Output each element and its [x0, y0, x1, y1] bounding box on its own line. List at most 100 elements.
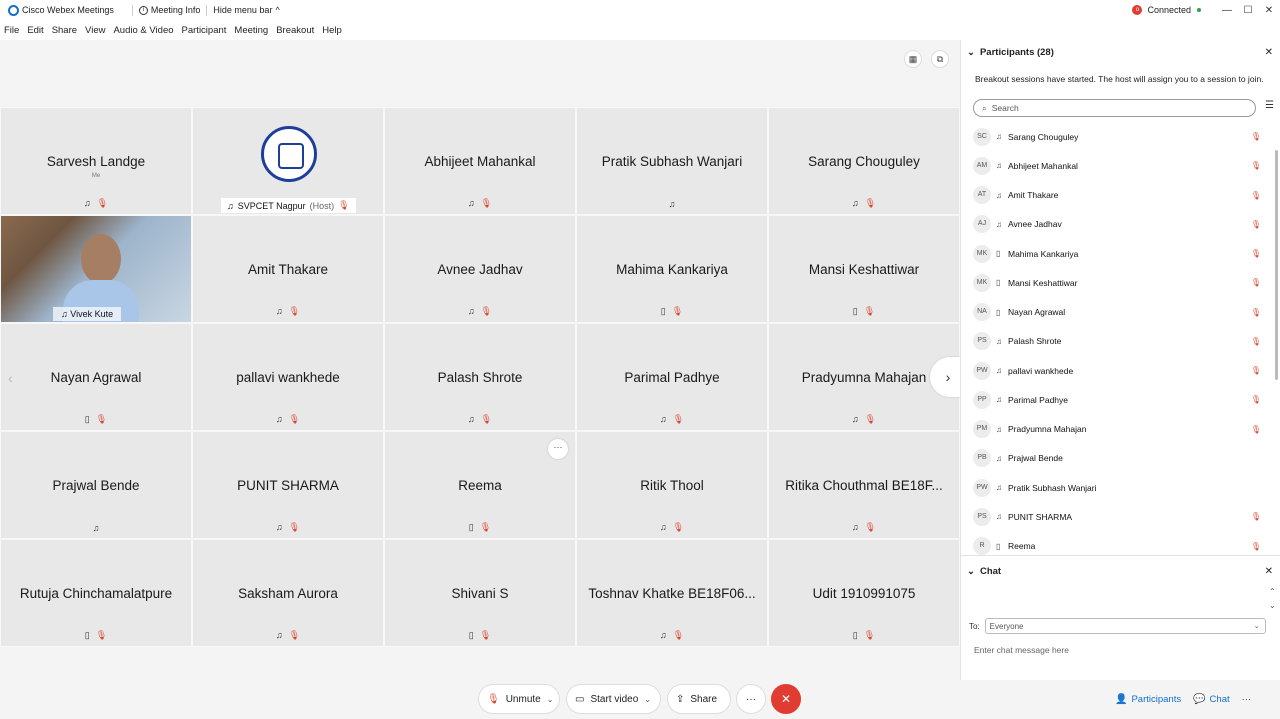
- participant-tile[interactable]: ♫ Vivek Kute: [0, 215, 192, 323]
- grid-layout-icon[interactable]: ▦: [904, 50, 922, 68]
- participant-list-item[interactable]: MK ▯ Mansi Keshattiwar 🎙: [961, 268, 1277, 297]
- participant-tile[interactable]: Ritika Chouthmal BE18F... ♫ 🎙: [768, 431, 960, 539]
- meeting-info-button[interactable]: i Meeting Info: [138, 5, 200, 15]
- close-participants-button[interactable]: ✕: [1265, 47, 1273, 58]
- chat-scroll-arrows-icon[interactable]: ⌃ ⌄: [1269, 585, 1276, 613]
- participant-tile[interactable]: Palash Shrote ♫ 🎙: [384, 323, 576, 431]
- participant-tile[interactable]: Parimal Padhye ♫ 🎙: [576, 323, 768, 431]
- close-window-button[interactable]: ✕: [1259, 5, 1279, 16]
- participant-list-item[interactable]: PP ♫ Parimal Padhye 🎙: [961, 385, 1277, 414]
- participant-list-item[interactable]: AT ♫ Amit Thakare 🎙: [961, 181, 1277, 210]
- mic-muted-icon[interactable]: 🎙: [1251, 220, 1261, 229]
- mic-muted-icon[interactable]: 🎙: [1251, 366, 1261, 375]
- participant-list-item[interactable]: PB ♫ Prajwal Bende: [961, 444, 1277, 473]
- tile-name: Nayan Agrawal: [50, 370, 142, 385]
- participant-tile[interactable]: Pratik Subhash Wanjari ♫: [576, 107, 768, 215]
- menu-edit[interactable]: Edit: [27, 25, 43, 36]
- mic-muted-icon[interactable]: 🎙: [1251, 395, 1261, 404]
- hide-menu-bar-button[interactable]: Hide menu bar ^: [213, 5, 279, 15]
- tile-name: Reema: [458, 478, 502, 493]
- chevron-down-icon[interactable]: ⌄: [967, 566, 975, 577]
- participant-tile[interactable]: Avnee Jadhav ♫ 🎙: [384, 215, 576, 323]
- menu-breakout[interactable]: Breakout: [276, 25, 314, 36]
- previous-page-icon[interactable]: ‹: [8, 370, 13, 386]
- mic-muted-icon[interactable]: 🎙: [1251, 308, 1261, 317]
- participant-tile[interactable]: Shivani S ▯ 🎙: [384, 539, 576, 647]
- tile-status-icons: ♫ 🎙: [193, 522, 383, 533]
- participant-list-item[interactable]: R ▯ Reema 🎙: [961, 532, 1277, 555]
- participant-tile[interactable]: Rutuja Chinchamalatpure ▯ 🎙: [0, 539, 192, 647]
- menu-participant[interactable]: Participant: [182, 25, 227, 36]
- participant-list-item[interactable]: AM ♫ Abhijeet Mahankal 🎙: [961, 151, 1277, 180]
- menu-audio-video[interactable]: Audio & Video: [113, 25, 173, 36]
- search-input[interactable]: ⌕ Search: [973, 99, 1256, 117]
- audio-icon: ♫: [659, 414, 667, 424]
- panel-more-button[interactable]: ···: [1242, 694, 1252, 705]
- tile-more-options-button[interactable]: ···: [548, 439, 568, 459]
- pip-layout-icon[interactable]: ⧉: [931, 50, 949, 68]
- participant-tile[interactable]: Sarvesh Landge Me ♫ 🎙: [0, 107, 192, 215]
- participant-list-item[interactable]: AJ ♫ Avnee Jadhav 🎙: [961, 210, 1277, 239]
- recipient-select[interactable]: Everyone ⌄: [984, 618, 1266, 634]
- participant-list-item[interactable]: PW ♫ pallavi wankhede 🎙: [961, 356, 1277, 385]
- participants-header[interactable]: ⌄ Participants (28) ✕: [961, 40, 1280, 64]
- maximize-button[interactable]: ☐: [1238, 5, 1258, 16]
- chat-message-input[interactable]: Enter chat message here: [974, 645, 1069, 655]
- participant-tile[interactable]: Mansi Keshattiwar ▯ 🎙: [768, 215, 960, 323]
- participant-tile[interactable]: Saksham Aurora ♫ 🎙: [192, 539, 384, 647]
- participant-tile[interactable]: Sarang Chouguley ♫ 🎙: [768, 107, 960, 215]
- participant-tile[interactable]: Abhijeet Mahankal ♫ 🎙: [384, 107, 576, 215]
- leave-meeting-button[interactable]: ✕: [771, 684, 801, 714]
- share-button[interactable]: ⇪ Share: [667, 684, 731, 714]
- start-video-button[interactable]: ▭ Start video ⌄: [566, 684, 661, 714]
- participant-tile[interactable]: pallavi wankhede ♫ 🎙: [192, 323, 384, 431]
- participant-tile[interactable]: ♫ SVPCET Nagpur (Host) 🎙: [192, 107, 384, 215]
- tile-name: Parimal Padhye: [624, 370, 720, 385]
- participant-tile[interactable]: Nayan Agrawal ▯ 🎙: [0, 323, 192, 431]
- tile-status-icons: ♫ 🎙: [769, 414, 959, 425]
- chat-header[interactable]: ⌄ Chat ✕: [961, 560, 1280, 582]
- mic-muted-icon[interactable]: 🎙: [1251, 249, 1261, 258]
- meeting-controls: 🎙 Unmute ⌄ ▭ Start video ⌄ ⇪ Share ··· ✕: [0, 680, 1280, 719]
- mic-muted-icon[interactable]: 🎙: [1251, 425, 1261, 434]
- menu-view[interactable]: View: [85, 25, 105, 36]
- participant-list-item[interactable]: PM ♫ Pradyumna Mahajan 🎙: [961, 415, 1277, 444]
- participant-tile[interactable]: PUNIT SHARMA ♫ 🎙: [192, 431, 384, 539]
- mic-muted-icon[interactable]: 🎙: [1251, 161, 1261, 170]
- participant-list-item[interactable]: MK ▯ Mahima Kankariya 🎙: [961, 239, 1277, 268]
- participant-list-item[interactable]: PW ♫ Pratik Subhash Wanjari: [961, 473, 1277, 502]
- participant-list-item[interactable]: PS ♫ Palash Shrote 🎙: [961, 327, 1277, 356]
- menu-help[interactable]: Help: [322, 25, 342, 36]
- mic-muted-icon[interactable]: 🎙: [1251, 337, 1261, 346]
- chevron-down-icon[interactable]: ⌄: [644, 695, 651, 704]
- participant-tile[interactable]: Prajwal Bende ♫: [0, 431, 192, 539]
- chevron-down-icon[interactable]: ⌄: [547, 695, 554, 704]
- participants-tab[interactable]: 👤 Participants: [1115, 694, 1181, 705]
- participant-list-item[interactable]: NA ▯ Nayan Agrawal 🎙: [961, 298, 1277, 327]
- participant-tile[interactable]: Udit 1910991075 ▯ 🎙: [768, 539, 960, 647]
- participant-list-item[interactable]: PS ♫ PUNIT SHARMA 🎙: [961, 502, 1277, 531]
- participant-tile[interactable]: Toshnav Khatke BE18F06... ♫ 🎙: [576, 539, 768, 647]
- mic-muted-icon[interactable]: 🎙: [1251, 542, 1261, 551]
- mic-muted-icon[interactable]: 🎙: [1251, 512, 1261, 521]
- sort-list-icon[interactable]: ☰: [1265, 100, 1274, 111]
- mic-muted-icon[interactable]: 🎙: [1251, 132, 1261, 141]
- chat-tab[interactable]: 💬 Chat: [1193, 694, 1230, 705]
- minimize-button[interactable]: —: [1217, 5, 1237, 16]
- participant-list-item[interactable]: SC ♫ Sarang Chouguley 🎙: [961, 122, 1277, 151]
- participant-list-scrollbar[interactable]: [1275, 150, 1278, 380]
- chevron-down-icon[interactable]: ⌄: [967, 47, 975, 58]
- mic-muted-icon[interactable]: 🎙: [1251, 278, 1261, 287]
- more-options-button[interactable]: ···: [736, 684, 766, 714]
- menu-file[interactable]: File: [4, 25, 19, 36]
- close-chat-button[interactable]: ✕: [1265, 566, 1273, 577]
- chat-recipient-row: To: Everyone ⌄: [969, 618, 1266, 634]
- menu-meeting[interactable]: Meeting: [234, 25, 268, 36]
- audio-icon: ♫: [275, 414, 283, 424]
- unmute-button[interactable]: 🎙 Unmute ⌄: [478, 684, 560, 714]
- participant-tile[interactable]: Mahima Kankariya ▯ 🎙: [576, 215, 768, 323]
- menu-share[interactable]: Share: [52, 25, 77, 36]
- mic-muted-icon[interactable]: 🎙: [1251, 191, 1261, 200]
- participant-tile[interactable]: Amit Thakare ♫ 🎙: [192, 215, 384, 323]
- participant-tile[interactable]: Ritik Thool ♫ 🎙: [576, 431, 768, 539]
